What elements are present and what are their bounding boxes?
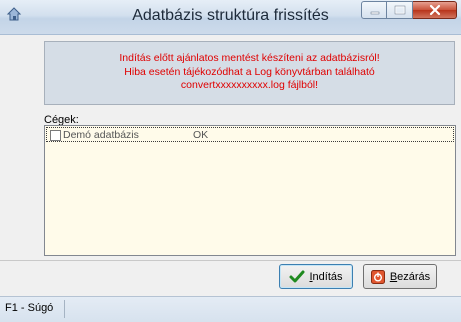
company-checkbox[interactable] xyxy=(50,130,61,141)
start-button[interactable]: Indítás xyxy=(279,264,353,289)
maximize-icon xyxy=(394,5,406,15)
divider xyxy=(0,260,461,261)
minimize-button[interactable] xyxy=(361,1,387,19)
company-name: Demó adatbázis xyxy=(63,129,139,141)
list-item[interactable]: Demó adatbázis OK xyxy=(46,127,454,142)
exit-icon xyxy=(370,269,386,285)
green-check-icon xyxy=(289,269,305,285)
warning-line-3: convertxxxxxxxxxx.log fájlból! xyxy=(180,79,319,91)
close-icon xyxy=(429,4,441,16)
start-button-label: Indítás xyxy=(309,270,343,283)
status-divider xyxy=(64,300,65,318)
maximize-button[interactable] xyxy=(387,1,413,19)
warning-line-1: Indítás előtt ajánlatos mentést készíten… xyxy=(119,52,380,64)
dialog-window: Adatbázis struktúra frissítés Indítás el… xyxy=(0,0,461,322)
company-status: OK xyxy=(193,129,209,141)
warning-text: Indítás előtt ajánlatos mentést készíten… xyxy=(45,52,454,93)
warning-line-2: Hiba esetén tájékozódhat a Log könyvtárb… xyxy=(124,65,375,78)
close-window-button[interactable] xyxy=(413,1,457,19)
close-button-label: Bezárás xyxy=(389,270,431,283)
title-bar[interactable]: Adatbázis struktúra frissítés xyxy=(0,0,461,35)
help-hint[interactable]: F1 - Súgó xyxy=(5,302,53,314)
close-button[interactable]: Bezárás xyxy=(363,264,437,289)
warning-panel: Indítás előtt ajánlatos mentést készíten… xyxy=(44,41,455,105)
minimize-icon xyxy=(370,11,380,15)
companies-list[interactable]: Demó adatbázis OK xyxy=(44,125,456,256)
status-bar: F1 - Súgó xyxy=(0,296,461,322)
